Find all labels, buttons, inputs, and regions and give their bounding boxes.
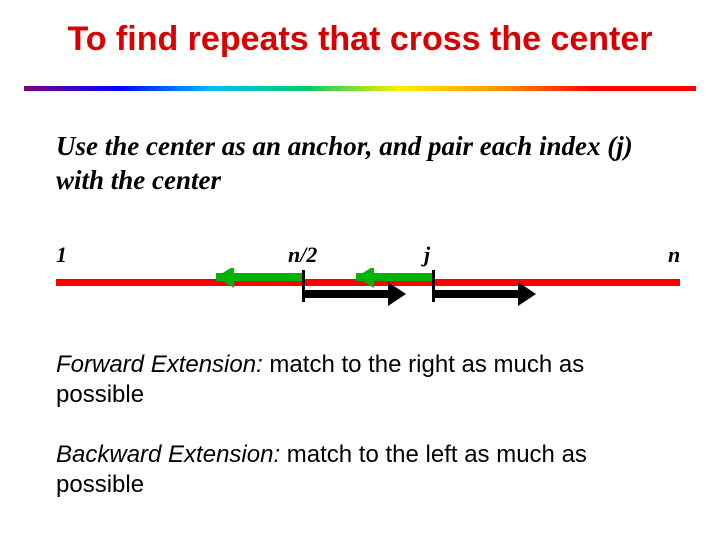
extension-diagram bbox=[56, 268, 680, 316]
slide-subtitle: Use the center as an anchor, and pair ea… bbox=[56, 130, 656, 198]
forward-extension-text: Forward Extension: match to the right as… bbox=[56, 350, 676, 410]
slide: To find repeats that cross the center Us… bbox=[0, 0, 720, 540]
backward-extension-text: Backward Extension: match to the left as… bbox=[56, 440, 676, 500]
slide-title: To find repeats that cross the center bbox=[0, 20, 720, 59]
axis-label-n: n bbox=[668, 242, 680, 268]
axis-label-nhalf: n/2 bbox=[288, 242, 317, 268]
forward-extension-label: Forward Extension: bbox=[56, 351, 263, 378]
backward-extension-label: Backward Extension: bbox=[56, 441, 280, 468]
axis-label-j: j bbox=[424, 242, 430, 268]
rainbow-divider bbox=[24, 86, 696, 91]
axis-label-1: 1 bbox=[56, 242, 67, 268]
